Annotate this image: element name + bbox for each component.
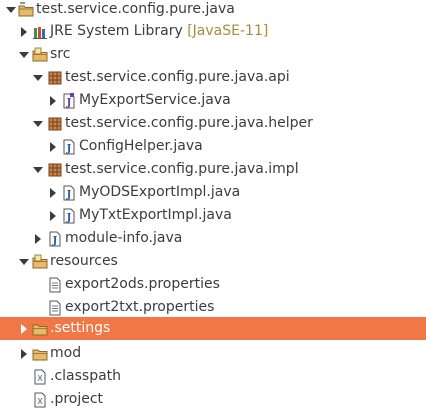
java-file-icon: [61, 185, 77, 201]
java-file-icon: [47, 231, 63, 247]
library-icon: [32, 24, 48, 40]
java-project-icon: [18, 2, 34, 18]
xml-file-icon: [32, 392, 48, 408]
tree-item-package-impl[interactable]: test.service.config.pure.java.impl: [0, 158, 426, 181]
collapse-chevron-icon[interactable]: [47, 141, 59, 153]
tree-item-mytxtexportimpl[interactable]: MyTxtExportImpl.java: [0, 204, 426, 227]
collapse-chevron-icon[interactable]: [18, 323, 30, 335]
expand-chevron-icon[interactable]: [32, 164, 44, 176]
java-file-icon: [61, 139, 77, 155]
tree-item-classpath[interactable]: .classpath: [0, 365, 426, 388]
tree-item-label: test.service.config.pure.java.api: [65, 69, 290, 85]
collapse-chevron-icon[interactable]: [32, 233, 44, 245]
tree-item-label: module-info.java: [65, 230, 183, 246]
package-explorer-tree: test.service.config.pure.java JRE System…: [0, 0, 426, 415]
expand-chevron-icon[interactable]: [32, 118, 44, 130]
tree-item-project-file[interactable]: .project: [0, 388, 426, 411]
collapse-chevron-icon[interactable]: [47, 210, 59, 222]
xml-file-icon: [32, 369, 48, 385]
package-icon: [47, 116, 63, 132]
package-icon: [47, 162, 63, 178]
expand-chevron-icon[interactable]: [5, 4, 17, 16]
properties-file-icon: [47, 277, 63, 293]
tree-item-label: mod: [50, 345, 82, 361]
tree-item-label: src: [50, 46, 71, 62]
collapse-chevron-icon[interactable]: [18, 26, 30, 38]
tree-item-src[interactable]: src: [0, 43, 426, 66]
folder-icon: [32, 346, 48, 362]
tree-item-jre-library[interactable]: JRE System Library [JavaSE-11]: [0, 20, 426, 43]
tree-item-label: test.service.config.pure.java.impl: [65, 161, 299, 177]
tree-item-resources[interactable]: resources: [0, 250, 426, 273]
tree-item-label: MyExportService.java: [79, 92, 231, 108]
tree-item-label: .classpath: [50, 368, 122, 384]
tree-item-mod[interactable]: mod: [0, 342, 426, 365]
java-interface-file-icon: [61, 93, 77, 109]
tree-item-label: .project: [50, 391, 104, 407]
tree-item-label: export2txt.properties: [65, 299, 215, 315]
tree-item-label: MyODSExportImpl.java: [79, 184, 241, 200]
tree-item-package-helper[interactable]: test.service.config.pure.java.helper: [0, 112, 426, 135]
folder-icon: [32, 321, 48, 337]
tree-item-label: resources: [50, 253, 118, 269]
tree-item-label: test.service.config.pure.java.helper: [65, 115, 313, 131]
package-icon: [47, 70, 63, 86]
collapse-chevron-icon[interactable]: [47, 187, 59, 199]
tree-item-label: ConfigHelper.java: [79, 138, 203, 154]
tree-item-module-info[interactable]: module-info.java: [0, 227, 426, 250]
tree-item-label: JRE System Library [JavaSE-11]: [50, 23, 269, 39]
jre-version-decoration: [JavaSE-11]: [187, 23, 269, 39]
source-folder-icon: [32, 47, 48, 63]
collapse-chevron-icon[interactable]: [18, 348, 30, 360]
properties-file-icon: [47, 300, 63, 316]
java-file-icon: [61, 208, 77, 224]
tree-item-export2ods[interactable]: export2ods.properties: [0, 273, 426, 296]
tree-item-export2txt[interactable]: export2txt.properties: [0, 296, 426, 319]
tree-item-confighelper[interactable]: ConfigHelper.java: [0, 135, 426, 158]
tree-item-package-api[interactable]: test.service.config.pure.java.api: [0, 66, 426, 89]
tree-item-project[interactable]: test.service.config.pure.java: [0, 0, 426, 21]
tree-item-label: test.service.config.pure.java: [36, 1, 235, 17]
tree-item-settings[interactable]: .settings: [0, 317, 426, 340]
tree-item-label: .settings: [50, 320, 111, 336]
tree-item-label: MyTxtExportImpl.java: [79, 207, 232, 223]
expand-chevron-icon[interactable]: [18, 49, 30, 61]
tree-item-myodsexportimpl[interactable]: MyODSExportImpl.java: [0, 181, 426, 204]
expand-chevron-icon[interactable]: [18, 256, 30, 268]
source-folder-icon: [32, 254, 48, 270]
tree-item-myexportservice[interactable]: MyExportService.java: [0, 89, 426, 112]
tree-item-label: export2ods.properties: [65, 276, 220, 292]
expand-chevron-icon[interactable]: [32, 72, 44, 84]
collapse-chevron-icon[interactable]: [47, 95, 59, 107]
